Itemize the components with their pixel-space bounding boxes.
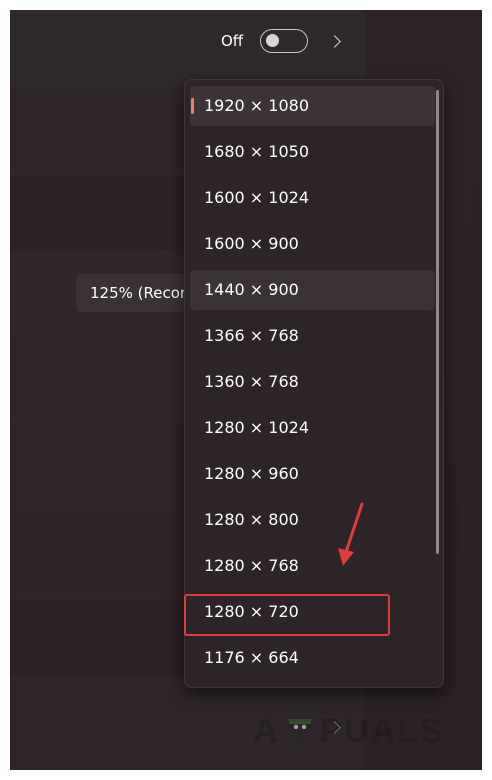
resolution-option[interactable]: 1920 × 1080 xyxy=(190,86,435,126)
resolution-option[interactable]: 1440 × 900 xyxy=(190,270,435,310)
appuals-mascot-icon xyxy=(288,714,311,749)
chevron-right-icon[interactable] xyxy=(328,35,341,48)
annotation-highlight-box xyxy=(184,594,390,636)
resolution-option[interactable]: 1280 × 768 xyxy=(190,546,435,586)
appuals-watermark: A PUALS xyxy=(253,712,445,751)
resolution-option[interactable]: 1280 × 1024 xyxy=(190,408,435,448)
settings-window: Off 125% (Recor 1920 × 1080 1680 × 1050 … xyxy=(10,10,482,770)
watermark-letter: A xyxy=(253,712,280,750)
resolution-option[interactable]: 1176 × 664 xyxy=(190,638,435,678)
selected-indicator xyxy=(191,98,194,114)
resolution-option[interactable]: 1280 × 960 xyxy=(190,454,435,494)
dropdown-scrollbar[interactable] xyxy=(436,90,439,554)
resolution-option[interactable]: 1360 × 768 xyxy=(190,362,435,402)
red-arrow-icon xyxy=(338,502,364,566)
toggle-state-label: Off xyxy=(221,32,244,50)
resolution-option[interactable]: 1366 × 768 xyxy=(190,316,435,356)
toggle-switch[interactable] xyxy=(260,29,308,53)
resolution-option[interactable]: 1280 × 800 xyxy=(190,500,435,540)
resolution-option[interactable]: 1600 × 1024 xyxy=(190,178,435,218)
resolution-option[interactable]: 1600 × 900 xyxy=(190,224,435,264)
watermark-letter: PUALS xyxy=(319,712,445,750)
resolution-option[interactable]: 1680 × 1050 xyxy=(190,132,435,172)
toggle-knob xyxy=(266,34,279,47)
settings-row-toggle[interactable]: Off xyxy=(10,10,365,86)
